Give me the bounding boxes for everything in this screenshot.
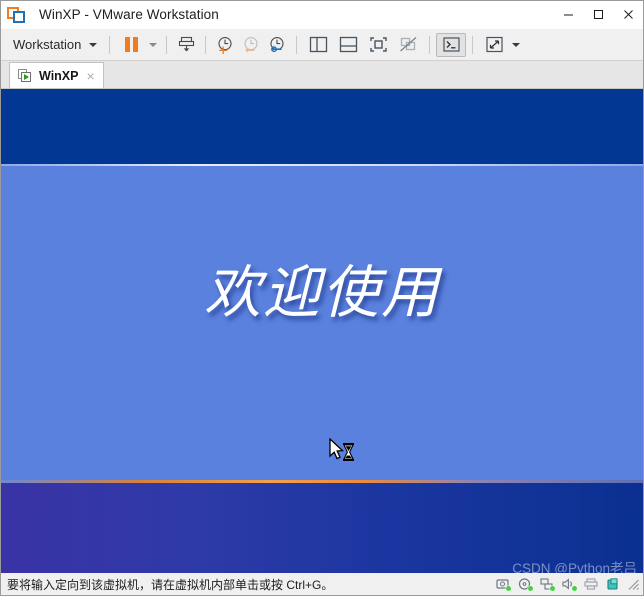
stretch-arrows-icon (486, 36, 503, 53)
show-console-view-button[interactable] (333, 33, 363, 57)
chevron-down-icon (149, 42, 158, 47)
tab-strip: WinXP × (1, 61, 643, 89)
cd-dvd-status-icon[interactable] (517, 577, 533, 591)
workstation-menu-label: Workstation (13, 37, 82, 52)
clock-plus-icon (218, 36, 232, 54)
take-snapshot-clock-button[interactable] (212, 33, 238, 57)
vm-console-screen[interactable]: 欢迎使用 CSDN @Python老吕 (1, 89, 643, 573)
status-bar: 要将输入定向到该虚拟机，请在虚拟机内部单击或按 Ctrl+G。 (1, 573, 643, 595)
minimize-icon[interactable] (553, 1, 583, 28)
stretch-button[interactable] (479, 33, 509, 57)
full-screen-button[interactable] (363, 33, 393, 57)
toolbar-separator (109, 35, 111, 54)
tab-label: WinXP (39, 68, 79, 83)
virtual-machine-icon (18, 68, 33, 83)
library-pane-icon (309, 36, 328, 53)
unity-mode-button (393, 33, 423, 57)
resize-grip-icon[interactable] (626, 577, 640, 591)
bottom-pane-icon (339, 36, 358, 53)
toolbar: Workstation (1, 29, 643, 61)
status-device-icons (495, 577, 624, 591)
arrow-hourglass-busy-cursor (328, 437, 360, 466)
suspend-button[interactable] (116, 33, 146, 57)
vmware-workstation-window: WinXP - VMware Workstation Workstation W… (0, 0, 644, 596)
workstation-menu[interactable]: Workstation (5, 34, 103, 55)
tab-close-icon[interactable]: × (84, 69, 96, 83)
hard-disk-status-icon[interactable] (495, 577, 511, 591)
clock-revert-icon (244, 36, 258, 53)
power-dropdown[interactable] (146, 34, 160, 56)
stretch-dropdown[interactable] (509, 34, 523, 56)
maximize-icon[interactable] (583, 1, 613, 28)
manage-snapshots-button[interactable] (264, 33, 290, 57)
snapshot-icon (178, 36, 194, 52)
window-title: WinXP - VMware Workstation (39, 7, 219, 22)
chevron-down-icon (89, 42, 98, 47)
toolbar-separator (296, 35, 298, 54)
fullscreen-icon (370, 37, 387, 52)
toolbar-separator (429, 35, 431, 54)
usb-device-status-icon[interactable] (605, 577, 620, 591)
terminal-icon (443, 37, 460, 52)
network-adapter-status-icon[interactable] (539, 577, 555, 591)
pause-icon (124, 37, 138, 52)
toolbar-separator (472, 35, 474, 54)
toolbar-separator (166, 35, 168, 54)
chevron-down-icon (512, 42, 521, 47)
title-bar: WinXP - VMware Workstation (1, 1, 643, 29)
sound-card-status-icon[interactable] (561, 577, 577, 591)
csdn-watermark: CSDN @Python老吕 (512, 561, 637, 573)
tab-winxp[interactable]: WinXP × (9, 62, 104, 88)
printer-status-icon[interactable] (583, 577, 598, 591)
clock-wrench-icon (270, 36, 284, 52)
unity-disabled-icon (399, 37, 417, 52)
revert-snapshot-button (238, 33, 264, 57)
window-controls (553, 1, 643, 28)
take-snapshot-button[interactable] (173, 33, 199, 57)
console-button[interactable] (436, 32, 467, 57)
xp-top-band (1, 89, 643, 164)
show-library-button[interactable] (303, 33, 333, 57)
vmware-logo-icon (7, 5, 27, 25)
toolbar-separator (205, 35, 207, 54)
close-icon[interactable] (613, 1, 643, 28)
xp-welcome-text: 欢迎使用 (204, 262, 440, 325)
status-message: 要将输入定向到该虚拟机，请在虚拟机内部单击或按 Ctrl+G。 (7, 577, 334, 592)
